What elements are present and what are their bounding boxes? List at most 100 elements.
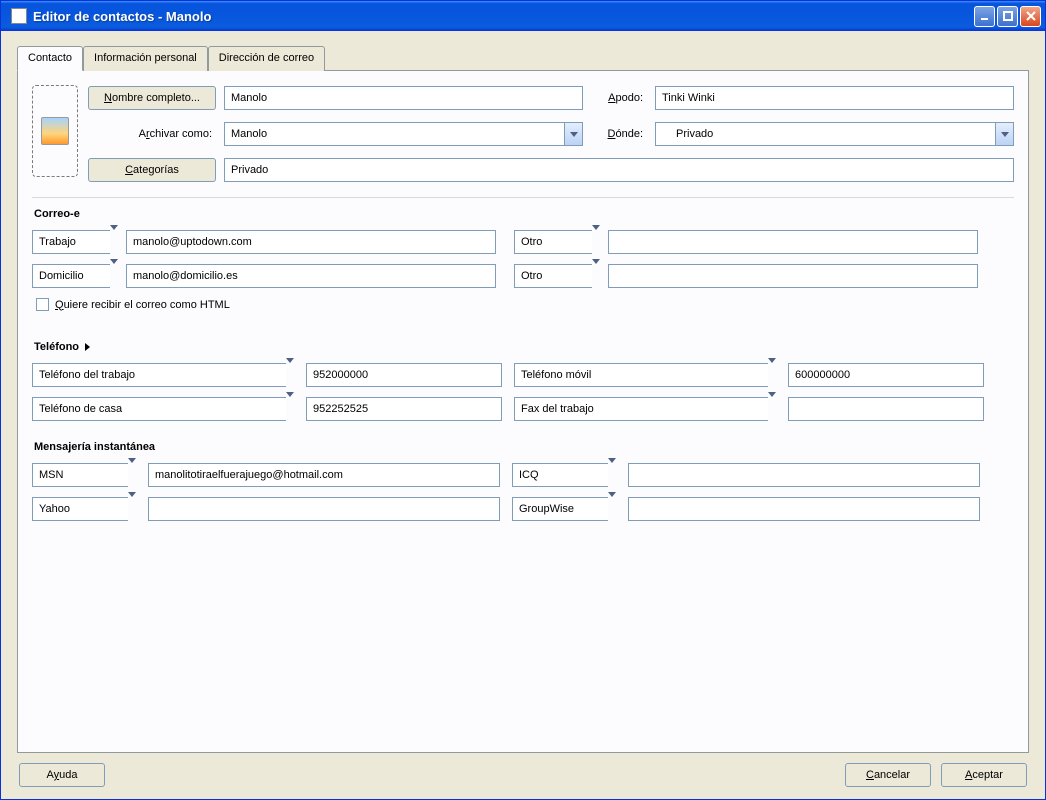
header-block: Nombre completo... Apodo: Archivar como:… [32, 85, 1014, 183]
html-mail-checkbox[interactable] [36, 298, 49, 311]
where-dropdown-button[interactable] [995, 122, 1014, 146]
nickname-label: Apodo: [591, 92, 647, 104]
email-type-3-dd[interactable] [110, 264, 118, 288]
email-value-4[interactable] [608, 264, 978, 288]
phone-section-title[interactable]: Teléfono [34, 341, 1014, 353]
nickname-input[interactable] [655, 86, 1014, 110]
chevron-down-icon [128, 458, 136, 475]
email-type-2-input[interactable] [514, 230, 592, 254]
im-type-4[interactable] [512, 497, 616, 521]
im-type-2-dd[interactable] [608, 463, 616, 487]
phone-type-4-dd[interactable] [768, 397, 776, 421]
phone-value-4[interactable] [788, 397, 984, 421]
chevron-down-icon [608, 458, 616, 475]
im-type-1[interactable] [32, 463, 136, 487]
phone-type-4[interactable] [514, 397, 776, 421]
separator [32, 197, 1014, 198]
phone-type-3-dd[interactable] [286, 397, 294, 421]
im-type-3[interactable] [32, 497, 136, 521]
email-section-title: Correo-e [34, 208, 1014, 220]
minimize-button[interactable] [974, 6, 995, 27]
im-type-1-input[interactable] [32, 463, 128, 487]
email-value-2[interactable] [608, 230, 978, 254]
chevron-down-icon [768, 392, 776, 409]
chevron-down-icon [592, 259, 600, 276]
email-type-1[interactable] [32, 230, 118, 254]
categories-button[interactable]: Categorías [88, 158, 216, 182]
email-value-1[interactable] [126, 230, 496, 254]
avatar-icon [41, 117, 69, 145]
email-type-3-input[interactable] [32, 264, 110, 288]
avatar-frame[interactable] [32, 85, 78, 177]
phone-value-2[interactable] [788, 363, 984, 387]
chevron-down-icon [110, 225, 118, 242]
im-value-2[interactable] [628, 463, 980, 487]
im-type-3-input[interactable] [32, 497, 128, 521]
html-mail-label: Quiere recibir el correo como HTML [55, 299, 230, 311]
phone-type-3[interactable] [32, 397, 294, 421]
phone-type-1[interactable] [32, 363, 294, 387]
phone-type-2-input[interactable] [514, 363, 768, 387]
chevron-down-icon [570, 132, 578, 137]
help-button[interactable]: Ayuda [19, 763, 105, 787]
email-type-2-dd[interactable] [592, 230, 600, 254]
im-row-1 [32, 463, 1014, 487]
im-type-2-input[interactable] [512, 463, 608, 487]
tab-contacto[interactable]: Contacto [17, 46, 83, 71]
email-type-4[interactable] [514, 264, 600, 288]
im-type-3-dd[interactable] [128, 497, 136, 521]
categories-input[interactable] [224, 158, 1014, 182]
email-type-2[interactable] [514, 230, 600, 254]
im-value-4[interactable] [628, 497, 980, 521]
phone-type-3-input[interactable] [32, 397, 286, 421]
where-combo[interactable] [655, 122, 1014, 146]
fileas-combo[interactable] [224, 122, 583, 146]
im-section-title: Mensajería instantánea [34, 441, 1014, 453]
email-type-1-dd[interactable] [110, 230, 118, 254]
phone-type-1-input[interactable] [32, 363, 286, 387]
phone-type-1-dd[interactable] [286, 363, 294, 387]
phone-type-4-input[interactable] [514, 397, 768, 421]
fileas-label: Archivar como: [88, 128, 216, 140]
tab-informacion-personal[interactable]: Información personal [83, 46, 208, 71]
email-type-1-input[interactable] [32, 230, 110, 254]
cancel-button[interactable]: Cancelar [845, 763, 931, 787]
window-controls [974, 6, 1041, 27]
app-icon [11, 8, 27, 24]
phone-value-1[interactable] [306, 363, 502, 387]
accept-button[interactable]: Aceptar [941, 763, 1027, 787]
fileas-dropdown-button[interactable] [564, 122, 583, 146]
im-type-1-dd[interactable] [128, 463, 136, 487]
window-frame: Editor de contactos - Manolo Contacto In… [0, 0, 1046, 800]
email-value-3[interactable] [126, 264, 496, 288]
email-type-4-dd[interactable] [592, 264, 600, 288]
email-type-3[interactable] [32, 264, 118, 288]
phone-row-1 [32, 363, 1014, 387]
chevron-down-icon [128, 492, 136, 509]
phone-section-label: Teléfono [34, 341, 79, 353]
window-title: Editor de contactos - Manolo [33, 9, 974, 24]
phone-type-2[interactable] [514, 363, 776, 387]
html-mail-row: Quiere recibir el correo como HTML [32, 298, 1014, 311]
chevron-down-icon [592, 225, 600, 242]
chevron-down-icon [1001, 132, 1009, 137]
email-row-1 [32, 230, 1014, 254]
im-value-3[interactable] [148, 497, 500, 521]
where-input[interactable] [655, 122, 995, 146]
email-type-4-input[interactable] [514, 264, 592, 288]
im-type-2[interactable] [512, 463, 616, 487]
chevron-down-icon [768, 358, 776, 375]
fullname-button[interactable]: Nombre completo... [88, 86, 216, 110]
maximize-button[interactable] [997, 6, 1018, 27]
tab-direccion-correo[interactable]: Dirección de correo [208, 46, 325, 71]
fullname-input[interactable] [224, 86, 583, 110]
phone-value-3[interactable] [306, 397, 502, 421]
im-type-4-dd[interactable] [608, 497, 616, 521]
close-button[interactable] [1020, 6, 1041, 27]
im-value-1[interactable] [148, 463, 500, 487]
fileas-input[interactable] [224, 122, 564, 146]
phone-type-2-dd[interactable] [768, 363, 776, 387]
where-label: Dónde: [591, 128, 647, 140]
email-row-2 [32, 264, 1014, 288]
im-type-4-input[interactable] [512, 497, 608, 521]
